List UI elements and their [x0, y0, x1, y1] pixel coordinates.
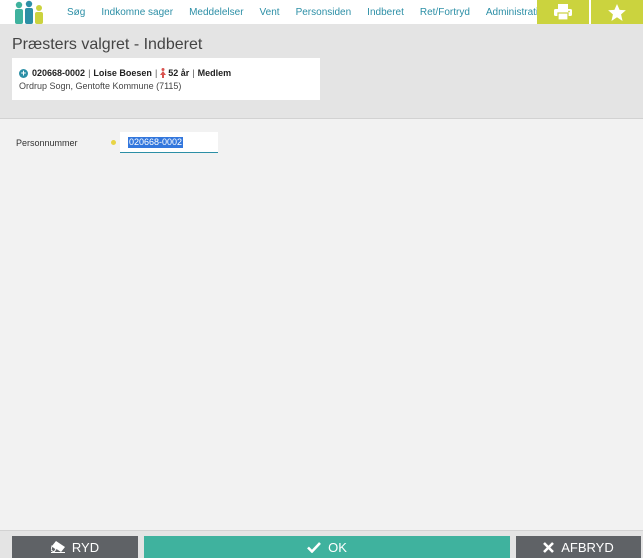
- afbryd-label: AFBRYD: [561, 539, 614, 555]
- person-status: Medlem: [197, 68, 232, 78]
- ryd-label: RYD: [71, 539, 100, 555]
- ok-label: OK: [328, 539, 347, 555]
- nav-item-ret-fortryd[interactable]: Ret/Fortryd: [420, 7, 470, 18]
- required-indicator-icon: [111, 140, 116, 145]
- close-icon: [543, 541, 555, 553]
- afbryd-button[interactable]: AFBRYD: [516, 536, 641, 558]
- star-icon: [608, 3, 626, 21]
- nav-item-personsiden[interactable]: Personsiden: [296, 7, 352, 18]
- logo-icon[interactable]: [11, 0, 47, 24]
- main-nav: Søg Indkomne sager Meddelelser Vent Pers…: [67, 0, 549, 24]
- separator: |: [192, 68, 195, 78]
- checkmark-icon: [307, 541, 322, 553]
- separator: |: [88, 68, 91, 78]
- page-header: Præsters valgret - Indberet + 020668-000…: [0, 24, 643, 119]
- page-title: Præsters valgret - Indberet: [12, 36, 203, 53]
- eraser-icon: [50, 541, 65, 553]
- person-age: 52 år: [168, 68, 190, 78]
- person-cpr: 020668-0002: [32, 68, 86, 78]
- nav-item-vent[interactable]: Vent: [260, 7, 280, 18]
- ok-button[interactable]: OK: [144, 536, 510, 558]
- nav-item-meddelelser[interactable]: Meddelelser: [189, 7, 243, 18]
- person-name: Loise Boesen: [93, 68, 152, 78]
- print-icon: [554, 4, 572, 20]
- ryd-button[interactable]: RYD: [12, 536, 138, 558]
- nav-item-soeg[interactable]: Søg: [67, 7, 85, 18]
- personnummer-input[interactable]: 020668-0002: [120, 132, 218, 153]
- top-navigation-bar: Søg Indkomne sager Meddelelser Vent Pers…: [0, 0, 643, 24]
- separator: |: [154, 68, 158, 78]
- nav-item-indkomne-sager[interactable]: Indkomne sager: [101, 7, 173, 18]
- person-summary: + 020668-0002 | Loise Boesen | 52 år | M…: [19, 68, 231, 78]
- expand-plus-icon[interactable]: +: [19, 68, 28, 78]
- female-icon: [160, 68, 167, 78]
- print-button[interactable]: [537, 0, 589, 24]
- nav-item-indberet[interactable]: Indberet: [367, 7, 404, 18]
- personnummer-value: 020668-0002: [128, 137, 184, 148]
- personnummer-label: Personnummer: [16, 138, 78, 148]
- person-location: Ordrup Sogn, Gentofte Kommune (7115): [19, 81, 182, 91]
- person-card: + 020668-0002 | Loise Boesen | 52 år | M…: [12, 58, 320, 100]
- favorite-button[interactable]: [591, 0, 643, 24]
